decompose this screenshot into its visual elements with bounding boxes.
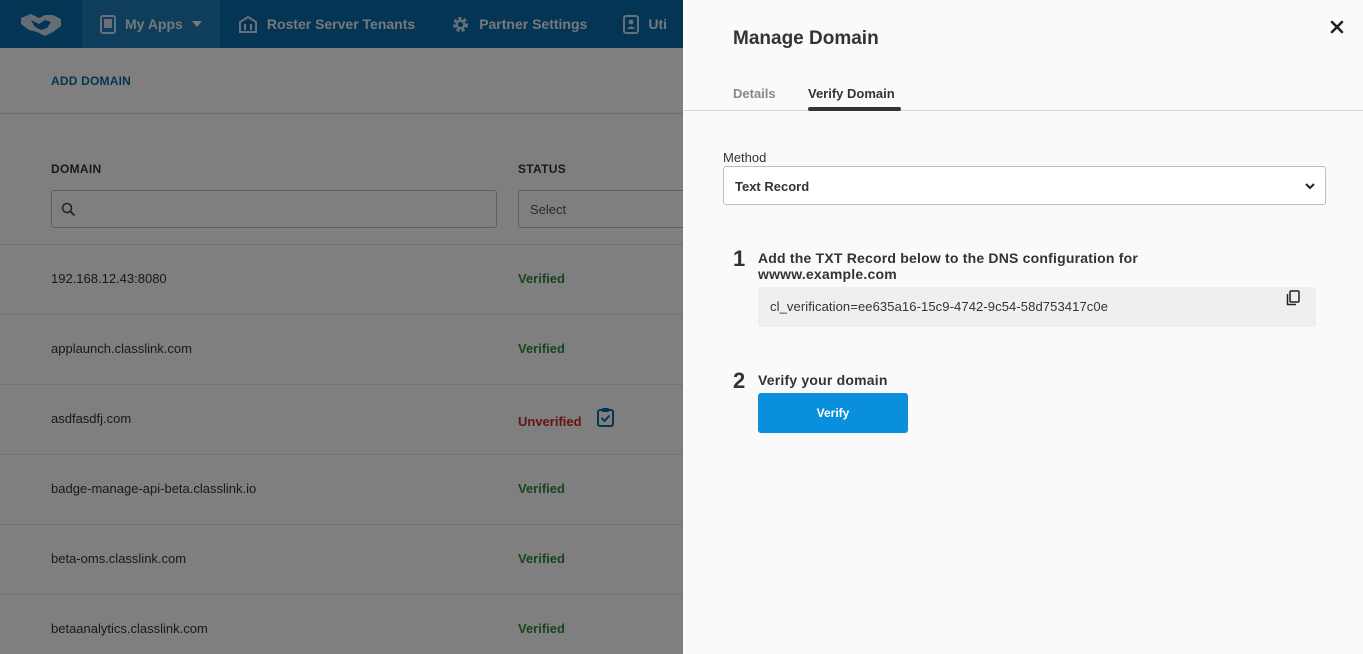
method-select[interactable]: Text Record bbox=[723, 166, 1326, 205]
method-label: Method bbox=[723, 150, 767, 165]
txt-record-value: cl_verification=ee635a16-15c9-4742-9c54-… bbox=[770, 299, 1109, 314]
step-2-number: 2 bbox=[733, 368, 746, 393]
modal-backdrop[interactable] bbox=[0, 0, 683, 654]
step-1-number: 1 bbox=[733, 246, 746, 271]
tab-verify-domain[interactable]: Verify Domain bbox=[808, 86, 895, 101]
active-tab-indicator bbox=[808, 107, 901, 111]
panel-tabs: Details Verify Domain bbox=[683, 80, 1363, 111]
close-icon[interactable] bbox=[1327, 17, 1347, 37]
chevron-down-icon bbox=[1305, 183, 1315, 190]
txt-record-box: cl_verification=ee635a16-15c9-4742-9c54-… bbox=[758, 287, 1316, 327]
panel-title: Manage Domain bbox=[733, 28, 879, 49]
method-select-value: Text Record bbox=[735, 179, 810, 194]
copy-icon[interactable] bbox=[1286, 290, 1300, 306]
verify-button[interactable]: Verify bbox=[758, 393, 908, 433]
manage-domain-panel: Manage Domain Details Verify Domain Meth… bbox=[683, 0, 1363, 654]
step-2-title: Verify your domain bbox=[758, 372, 888, 388]
tab-details[interactable]: Details bbox=[733, 86, 776, 101]
step-1-title: Add the TXT Record below to the DNS conf… bbox=[758, 250, 1139, 282]
